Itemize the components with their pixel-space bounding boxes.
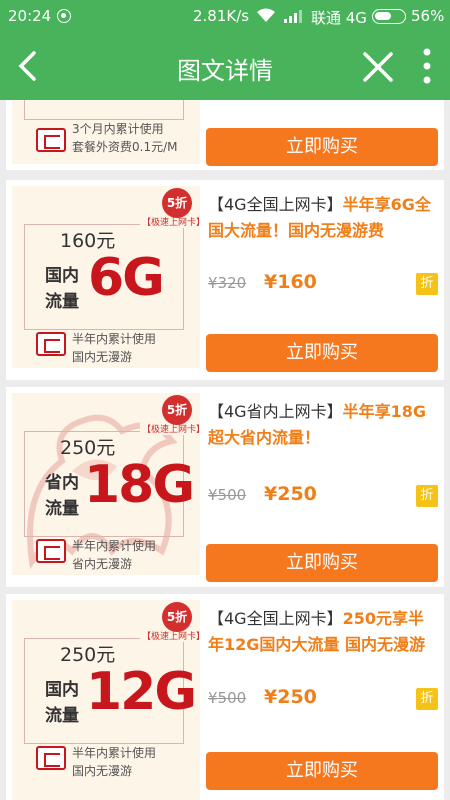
product-title[interactable]: 【4G全国上网卡】半年享6G全国大流量！国内无漫游费 [208,192,438,244]
original-price: ¥500 [208,486,247,504]
sale-price: ¥250 [264,483,317,505]
notification-icon [57,9,71,23]
thumbnail-note: 半年内累计使用 省内无漫游 [72,539,157,571]
battery-percent: 56% [411,7,445,25]
sale-price: ¥250 [264,686,317,708]
thumbnail-note: 半年内累计使用 国内无漫游 [72,746,157,778]
thumbnail-tag: 【极速上网卡】 [140,629,200,642]
original-price: ¥320 [208,274,247,292]
sale-price: ¥160 [264,271,317,293]
discount-badge: 5折 [162,602,192,632]
sim-card-icon [36,746,66,770]
product-list[interactable]: 3个月内累计使用 套餐外资费0.1元/M 立即购买 【极速上网卡】 5折 160… [0,100,450,800]
thumbnail-scope: 省内 流量 [45,473,79,519]
sim-card-icon [36,332,66,356]
thumbnail-tag: 【极速上网卡】 [140,422,200,435]
thumbnail-scope: 国内 流量 [45,266,79,312]
sim-card-icon [36,128,66,152]
status-bar: 20:24 2.81K/s 联通 4G 56% [0,0,450,32]
product-thumbnail[interactable]: 【极速上网卡】 5折 250元 国内 流量 12G 半年内累计使用 国内无漫游 [12,600,200,800]
carrier-label: 联通 4G [311,9,367,27]
product-card[interactable]: 【极速上网卡】 5折 250元 省内 流量 18G 半年内累计使用 省内无漫游 【4… [6,387,444,587]
buy-now-button[interactable]: 立即购买 [206,334,438,372]
product-card-partial: 3个月内累计使用 套餐外资费0.1元/M 立即购买 [6,100,444,170]
discount-badge: 5折 [162,395,192,425]
more-options-icon[interactable] [420,47,434,85]
product-card[interactable]: 【极速上网卡】 5折 250元 国内 流量 12G 半年内累计使用 国内无漫游 【4… [6,594,444,800]
buy-now-button[interactable]: 立即购买 [206,544,438,582]
product-title[interactable]: 【4G全国上网卡】250元享半年12G国内大流量 国内无漫游 [208,606,438,658]
thumbnail-data-amount: 18G [84,455,195,515]
sim-card-icon [36,539,66,563]
discount-icon: 折 [416,273,438,295]
product-card[interactable]: 【极速上网卡】 5折 160元 国内 流量 6G 半年内累计使用 国内无漫游 【4G… [6,180,444,380]
original-price: ¥500 [208,689,247,707]
buy-now-button[interactable]: 立即购买 [206,752,438,790]
signal-icon [284,10,302,23]
thumbnail-scope: 国内 流量 [45,680,79,726]
buy-now-button[interactable]: 立即购买 [206,128,438,166]
product-title[interactable]: 【4G省内上网卡】半年享18G超大省内流量！ [208,399,438,451]
battery-icon [372,9,406,24]
product-thumbnail[interactable]: 【极速上网卡】 5折 250元 省内 流量 18G 半年内累计使用 省内无漫游 [12,393,200,575]
product-thumbnail[interactable]: 【极速上网卡】 5折 160元 国内 流量 6G 半年内累计使用 国内无漫游 [12,186,200,368]
thumbnail-note: 半年内累计使用 国内无漫游 [72,332,157,364]
discount-badge: 5折 [162,188,192,218]
discount-icon: 折 [416,688,438,710]
status-time: 20:24 [8,7,52,25]
thumbnail-data-amount: 6G [88,248,165,308]
thumbnail-note: 3个月内累计使用 套餐外资费0.1元/M [72,122,178,154]
network-speed: 2.81K/s [193,7,250,25]
app-header: 图文详情 [0,32,450,100]
discount-icon: 折 [416,485,438,507]
thumbnail-tag: 【极速上网卡】 [140,215,200,228]
product-thumbnail: 3个月内累计使用 套餐外资费0.1元/M [12,100,200,164]
thumbnail-data-amount: 12G [86,662,197,722]
wifi-icon [257,8,275,22]
close-icon[interactable] [362,51,394,83]
